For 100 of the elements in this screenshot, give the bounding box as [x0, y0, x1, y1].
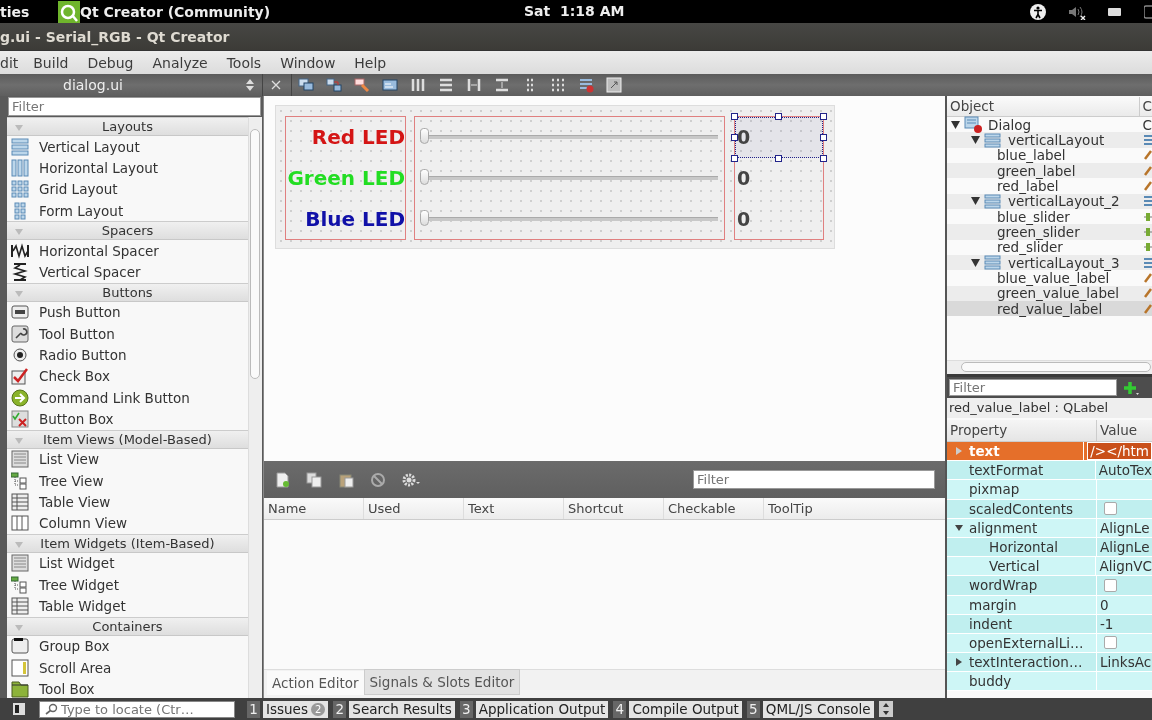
vertical-splitter-icon[interactable]	[494, 77, 510, 93]
widget-item[interactable]: Table Widget	[7, 595, 248, 617]
widget-item[interactable]: List Widget	[7, 552, 248, 575]
gear-icon[interactable]	[402, 471, 420, 488]
sidebar-toggle-icon[interactable]	[12, 702, 26, 716]
category-header[interactable]: Item Views (Model-Based)	[7, 429, 248, 449]
menu-item[interactable]: dit	[0, 54, 28, 71]
tree-row[interactable]: green_label	[947, 163, 1152, 179]
accessibility-icon[interactable]	[1030, 3, 1046, 20]
filter-field[interactable]: Filter	[949, 379, 1117, 396]
property-row[interactable]: text /></htm	[947, 442, 1152, 462]
tree-row[interactable]: verticalLayout_2	[947, 193, 1152, 210]
property-row[interactable]: textFormat AutoTex	[947, 461, 1152, 481]
column-header[interactable]: Name	[264, 498, 364, 519]
tree-row[interactable]: green_value_label	[947, 285, 1152, 302]
output-pane-button[interactable]: Search Results	[349, 700, 455, 718]
resize-handle[interactable]	[774, 113, 782, 120]
filter-field[interactable]: Filter	[8, 97, 261, 116]
category-header[interactable]: Buttons	[7, 282, 248, 302]
widget-item[interactable]: Tree View	[7, 469, 248, 492]
tab[interactable]: Action Editor	[267, 671, 364, 695]
menu-item[interactable]: Tools	[226, 54, 271, 71]
locator-field[interactable]: Type to locate (Ctr…	[39, 700, 235, 718]
widget-item[interactable]: Column View	[7, 512, 248, 534]
tree-row[interactable]: verticalLayout_3	[947, 255, 1152, 271]
prohibit-icon[interactable]	[370, 471, 388, 488]
collapse-arrow-icon[interactable]	[955, 658, 963, 667]
output-pane-button[interactable]: Compile Output	[629, 700, 742, 718]
widget-item[interactable]: Push Button	[7, 301, 248, 324]
rows-icon[interactable]	[438, 77, 454, 93]
tree-row[interactable]: red_slider	[947, 239, 1152, 256]
widget-item[interactable]: Radio Button	[7, 344, 248, 366]
columns-icon[interactable]	[410, 77, 426, 93]
checkbox[interactable]	[1104, 578, 1117, 592]
widget-item[interactable]: Check Box	[7, 365, 248, 387]
copy-icon[interactable]	[306, 471, 324, 488]
buddy-icon[interactable]	[354, 77, 370, 93]
value-cell[interactable]: 0	[734, 157, 823, 199]
widget-edit-icon[interactable]	[298, 77, 314, 93]
menu-item[interactable]: Analyze	[152, 54, 217, 71]
expand-arrow-icon[interactable]	[955, 523, 963, 532]
widget-item[interactable]: Tree Widget	[7, 574, 248, 596]
filter-field[interactable]: Filter	[693, 470, 935, 489]
category-header[interactable]: Layouts	[7, 117, 248, 136]
clock[interactable]: Sat 1:18 AM	[524, 3, 625, 19]
column-header[interactable]: Property	[947, 420, 1097, 441]
expand-arrow-icon[interactable]	[951, 120, 960, 129]
column-header[interactable]: Shortcut	[564, 498, 664, 519]
tree-row[interactable]: blue_slider	[947, 209, 1152, 225]
category-header[interactable]: Item Widgets (Item-Based)	[7, 533, 248, 553]
column-header[interactable]: Checkable	[664, 498, 764, 519]
output-pane-button[interactable]: Issues 2	[263, 700, 329, 718]
value-cell[interactable]: 0	[734, 198, 823, 239]
checkbox[interactable]	[1104, 502, 1117, 516]
widget-item[interactable]: Group Box	[7, 635, 248, 657]
property-row[interactable]: alignment AlignLe	[947, 518, 1152, 538]
property-row[interactable]: openExternalLi…	[947, 633, 1152, 654]
property-row[interactable]: textInteraction… LinksAc	[947, 653, 1152, 673]
signal-slot-icon[interactable]	[326, 77, 342, 93]
widget-item[interactable]: Vertical Layout	[7, 136, 248, 158]
app-menu[interactable]: Qt Creator (Community)	[80, 3, 271, 20]
property-row[interactable]: margin 0	[947, 595, 1152, 615]
property-row[interactable]: buddy	[947, 672, 1152, 692]
paste-icon[interactable]	[338, 471, 356, 488]
menu-item[interactable]: Window	[280, 54, 345, 71]
widget-item[interactable]: Command Link Button	[7, 386, 248, 409]
column-header[interactable]: C	[1139, 97, 1152, 116]
activities-button[interactable]: ties	[0, 3, 58, 20]
tree-row[interactable]: red_value_label	[947, 301, 1152, 317]
column-header[interactable]: ToolTip	[764, 498, 945, 519]
tab-order-icon[interactable]	[382, 77, 398, 93]
widget-item[interactable]: Horizontal Spacer	[7, 240, 248, 262]
resize-handle[interactable]	[820, 113, 827, 120]
battery-icon[interactable]	[1108, 7, 1122, 16]
scroll-thumb[interactable]	[250, 129, 260, 379]
widget-item[interactable]: Grid Layout	[7, 178, 248, 200]
value-field[interactable]: /></htm	[1087, 442, 1152, 461]
tree-row[interactable]: blue_label	[947, 147, 1152, 164]
output-pane-button[interactable]: QML/JS Console	[762, 700, 874, 718]
grid-icon[interactable]	[550, 77, 566, 93]
scroll-thumb[interactable]	[961, 362, 1151, 372]
resize-handle[interactable]	[730, 154, 738, 162]
menu-item[interactable]: Debug	[87, 54, 143, 71]
break-layout-icon[interactable]	[578, 77, 594, 93]
property-row[interactable]: pixmap	[947, 480, 1152, 500]
expand-arrow-icon[interactable]	[971, 197, 980, 206]
tree-row[interactable]: red_label	[947, 178, 1152, 194]
property-row[interactable]: Horizontal AlignLe	[947, 537, 1152, 558]
tree-row[interactable]: verticalLayout	[947, 132, 1152, 148]
widget-item[interactable]: Horizontal Layout	[7, 157, 248, 179]
output-pane-button[interactable]: Application Output	[475, 700, 609, 718]
plus-icon[interactable]	[1123, 380, 1139, 395]
widget-item[interactable]: Form Layout	[7, 199, 248, 222]
tab[interactable]: Signals & Slots Editor	[363, 669, 521, 695]
resize-handle[interactable]	[730, 113, 738, 120]
property-row[interactable]: scaledContents	[947, 499, 1152, 519]
widget-item[interactable]: Button Box	[7, 408, 248, 430]
checkbox[interactable]	[1104, 636, 1117, 650]
resize-handle[interactable]	[820, 154, 827, 162]
property-row[interactable]: Vertical AlignVC	[947, 557, 1152, 577]
